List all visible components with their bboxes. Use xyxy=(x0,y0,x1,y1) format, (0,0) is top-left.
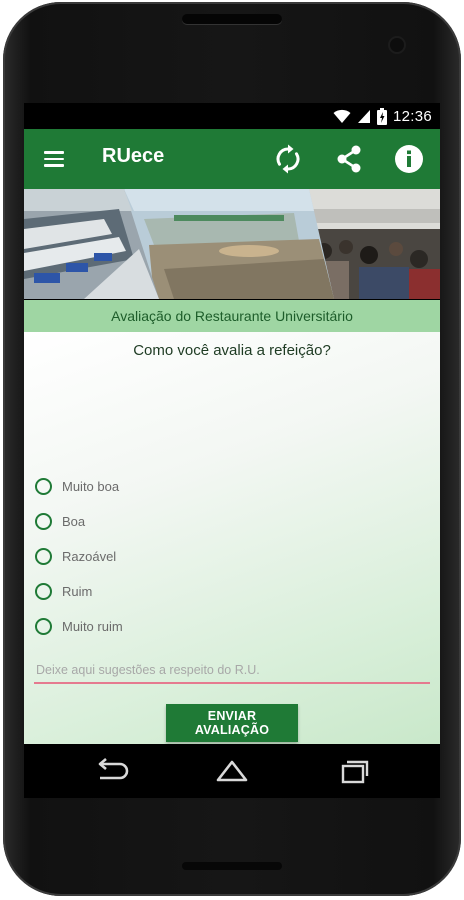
radio-button[interactable] xyxy=(35,477,52,495)
info-icon[interactable] xyxy=(393,143,425,175)
banner xyxy=(24,189,440,299)
navigation-bar xyxy=(24,744,440,798)
option-label: Razoável xyxy=(62,548,117,564)
earpiece-speaker xyxy=(182,14,282,24)
back-icon[interactable] xyxy=(90,754,130,788)
option-label: Muito ruim xyxy=(62,618,123,634)
section-title: Avaliação do Restaurante Universitário xyxy=(24,300,440,332)
option-label: Boa xyxy=(62,513,86,529)
status-icons: 12:36 xyxy=(333,106,432,126)
option-razoavel[interactable]: Razoável xyxy=(35,544,116,568)
home-icon[interactable] xyxy=(212,754,252,788)
option-boa[interactable]: Boa xyxy=(35,509,85,533)
status-bar: 12:36 xyxy=(24,103,440,129)
bottom-speaker xyxy=(182,862,282,870)
phone-frame: 12:36 RUece Avaliação do Restaurante Uni… xyxy=(0,0,464,900)
battery-icon xyxy=(376,107,387,125)
refresh-icon[interactable] xyxy=(272,143,304,175)
recents-icon[interactable] xyxy=(334,754,374,788)
share-icon[interactable] xyxy=(333,143,365,175)
radio-button[interactable] xyxy=(35,617,52,635)
radio-button[interactable] xyxy=(35,512,52,530)
restaurant-building-photo xyxy=(124,189,334,299)
radio-button[interactable] xyxy=(35,547,52,565)
option-muito-ruim[interactable]: Muito ruim xyxy=(35,614,123,638)
screen: 12:36 RUece Avaliação do Restaurante Uni… xyxy=(24,103,440,798)
option-muito-boa[interactable]: Muito boa xyxy=(35,474,119,498)
menu-icon[interactable] xyxy=(44,151,64,167)
suggestion-input[interactable] xyxy=(34,658,430,684)
question-label: Como você avalia a refeição? xyxy=(133,342,331,359)
rating-form: Como você avalia a refeição? Muito boa B… xyxy=(24,332,440,744)
option-label: Muito boa xyxy=(62,478,120,494)
front-camera xyxy=(390,38,404,52)
option-label: Ruim xyxy=(62,583,93,599)
wifi-icon xyxy=(333,109,351,123)
signal-icon xyxy=(357,109,370,123)
status-time: 12:36 xyxy=(392,107,432,125)
submit-rating-button[interactable]: ENVIAR AVALIAÇÃO xyxy=(166,704,298,742)
app-bar: RUece xyxy=(24,129,440,189)
option-ruim[interactable]: Ruim xyxy=(35,579,92,603)
radio-button[interactable] xyxy=(35,582,52,600)
app-title: RUece xyxy=(102,145,165,167)
